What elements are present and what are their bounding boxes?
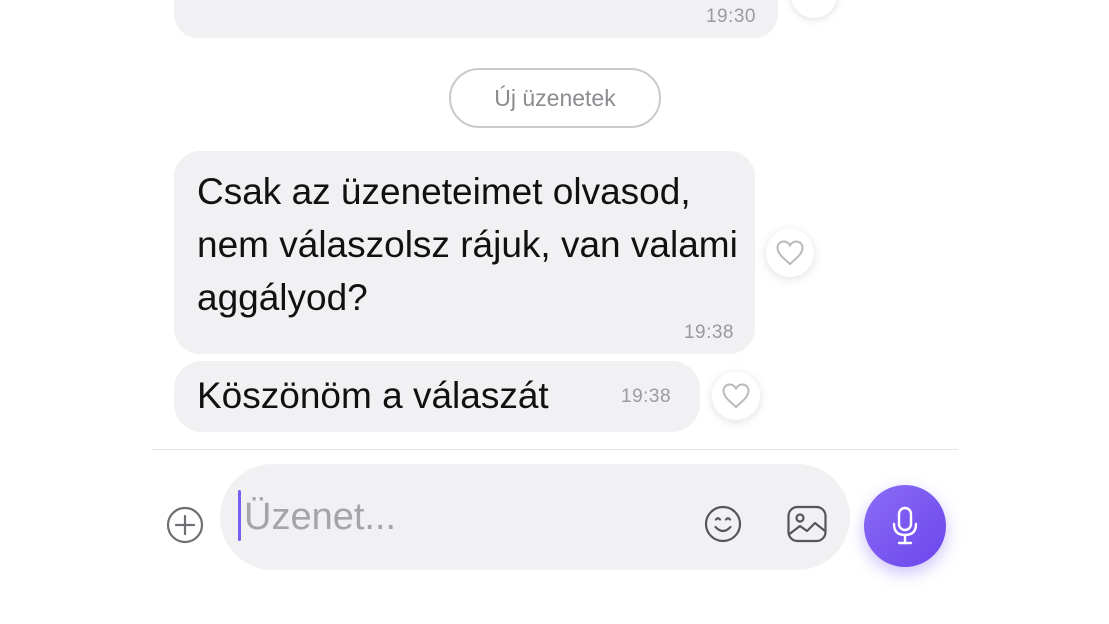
message-time: 19:30 <box>705 6 756 27</box>
voice-message-button[interactable] <box>864 485 946 567</box>
message-bubble[interactable]: Köszönöm a válaszát 19:38 <box>174 361 700 432</box>
gallery-button[interactable] <box>786 504 828 544</box>
react-heart-button[interactable] <box>712 372 760 420</box>
image-icon <box>787 505 827 543</box>
composer-divider <box>152 449 958 450</box>
react-heart-button[interactable] <box>766 229 814 277</box>
message-composer[interactable] <box>220 464 850 570</box>
message-time: 19:38 <box>683 322 734 343</box>
message-time: 19:38 <box>621 386 672 407</box>
emoji-button[interactable] <box>703 504 743 544</box>
message-text: Csak az üzeneteimet olvasod, nem válaszo… <box>197 171 738 318</box>
smiley-icon <box>704 505 742 543</box>
add-attachment-button[interactable] <box>166 506 204 544</box>
heart-icon <box>776 240 804 266</box>
message-text: Köszönöm a válaszát <box>197 375 549 416</box>
text-cursor <box>238 490 241 541</box>
previous-reaction-button[interactable] <box>791 0 837 18</box>
microphone-icon <box>892 506 918 545</box>
message-input[interactable] <box>244 492 674 542</box>
message-bubble[interactable]: Csak az üzeneteimet olvasod, nem válaszo… <box>174 151 755 354</box>
previous-message-bubble: 19:30 <box>174 0 778 38</box>
new-messages-divider: Új üzenetek <box>449 68 661 128</box>
plus-circle-icon <box>166 506 204 544</box>
heart-icon <box>722 383 750 409</box>
